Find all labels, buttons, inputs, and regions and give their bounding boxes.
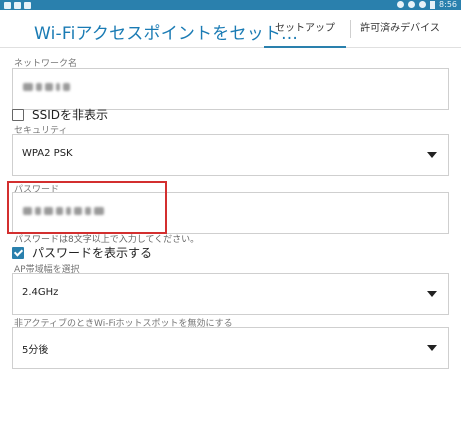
inactive-timeout-value: 5分後	[22, 345, 49, 356]
annotation-highlight-box	[7, 181, 167, 234]
show-password-row[interactable]: パスワードを表示する	[12, 244, 152, 261]
ap-band-select[interactable]: 2.4GHz	[12, 273, 449, 315]
moon-icon	[397, 1, 405, 8]
dropdown-arrow-icon	[427, 291, 437, 297]
network-name-field[interactable]	[12, 68, 449, 110]
battery-icon	[430, 0, 436, 9]
security-value: WPA2 PSK	[22, 148, 73, 159]
hide-ssid-label: SSIDを非表示	[32, 108, 109, 122]
wifi-icon	[408, 1, 416, 8]
status-bar: 8:56	[0, 0, 461, 10]
page-title: Wi-Fiアクセスポイントをセット...	[34, 24, 298, 44]
notification-icon	[4, 1, 11, 9]
status-bar-system: 8:56	[397, 0, 457, 10]
dropdown-arrow-icon	[427, 152, 437, 158]
tab-divider	[350, 20, 351, 38]
notification-icon	[14, 1, 21, 9]
hide-ssid-row[interactable]: SSIDを非表示	[12, 106, 108, 123]
hide-ssid-checkbox[interactable]	[12, 108, 24, 121]
ap-band-value: 2.4GHz	[22, 287, 59, 298]
status-time: 8:56	[439, 0, 457, 9]
tab-setup[interactable]: セットアップ	[264, 10, 346, 48]
signal-icon	[419, 1, 427, 8]
show-password-checkbox[interactable]	[12, 246, 24, 259]
network-name-obscured-value	[23, 83, 70, 91]
dropdown-arrow-icon	[427, 345, 437, 351]
security-select[interactable]: WPA2 PSK	[12, 134, 449, 176]
tab-allowed-devices[interactable]: 許可済みデバイス	[355, 10, 445, 48]
image-icon	[24, 1, 31, 9]
app-bar: Wi-Fiアクセスポイントをセット... セットアップ 許可済みデバイス	[0, 10, 461, 48]
show-password-label: パスワードを表示する	[32, 246, 153, 260]
status-bar-notifications	[4, 0, 31, 10]
inactive-timeout-select[interactable]: 5分後	[12, 327, 449, 369]
